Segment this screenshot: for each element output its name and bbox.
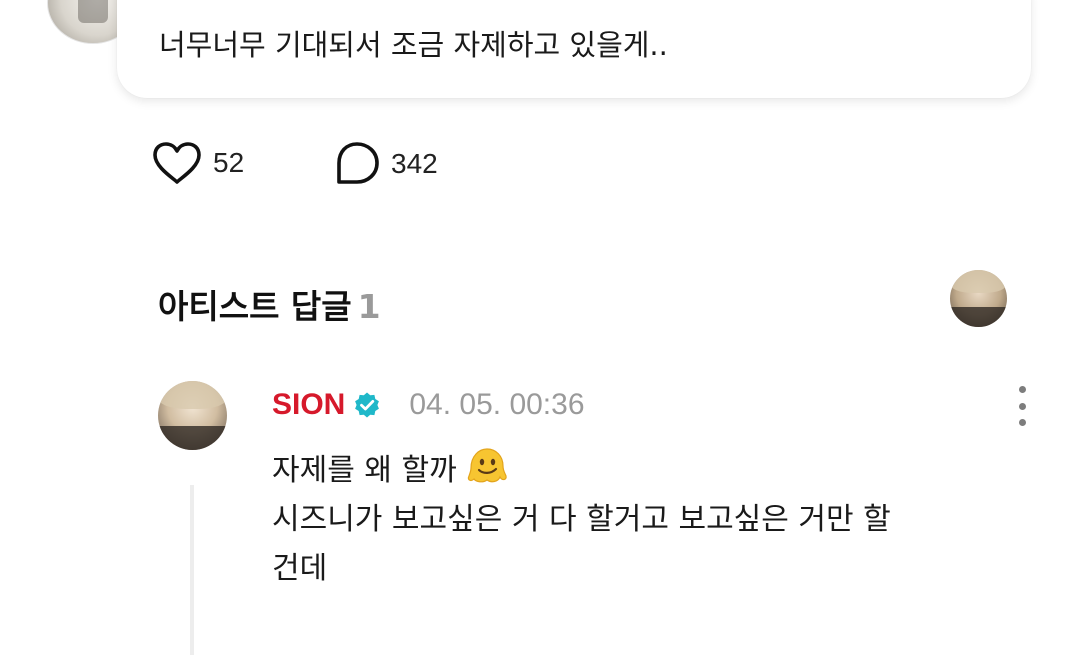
like-button[interactable]: 52 xyxy=(151,140,244,186)
post-bubble: 너무너무 기대되서 조금 자제하고 있을게.. xyxy=(117,0,1031,98)
reply-body: 자제를 왜 할까 시즈니가 보고싶은 거 다 할거고 보고싶은 거만 할 건데 xyxy=(272,446,1032,593)
reply-author-name[interactable]: SION xyxy=(272,388,345,422)
reply-line: 시즈니가 보고싶은 거 다 할거고 보고싶은 거만 할 xyxy=(272,502,891,537)
comment-count: 342 xyxy=(391,148,438,179)
comment-button[interactable]: 342 xyxy=(333,140,438,188)
artist-avatar-thumb[interactable] xyxy=(950,270,1007,327)
reply-line: 자제를 왜 할까 xyxy=(272,446,1032,495)
reply-author-avatar[interactable] xyxy=(158,381,227,450)
post-text: 너무너무 기대되서 조금 자제하고 있을게.. xyxy=(159,28,668,62)
thread-line xyxy=(190,485,194,655)
like-count: 52 xyxy=(213,147,245,178)
reply-line: 건데 xyxy=(272,551,328,586)
reply-timestamp: 04. 05. 00:36 xyxy=(409,388,585,421)
verified-icon xyxy=(355,392,380,418)
melting-face-emoji xyxy=(467,448,507,483)
comment-icon xyxy=(337,142,379,184)
artist-replies-heading: 아티스트 답글 1 xyxy=(158,280,381,328)
heart-icon xyxy=(153,142,201,184)
more-vertical-icon[interactable] xyxy=(1008,386,1036,426)
reply-header: SION 04. 05. 00:36 xyxy=(272,388,585,422)
artist-replies-title: 아티스트 답글 xyxy=(158,287,352,326)
artist-replies-count: 1 xyxy=(357,287,381,326)
